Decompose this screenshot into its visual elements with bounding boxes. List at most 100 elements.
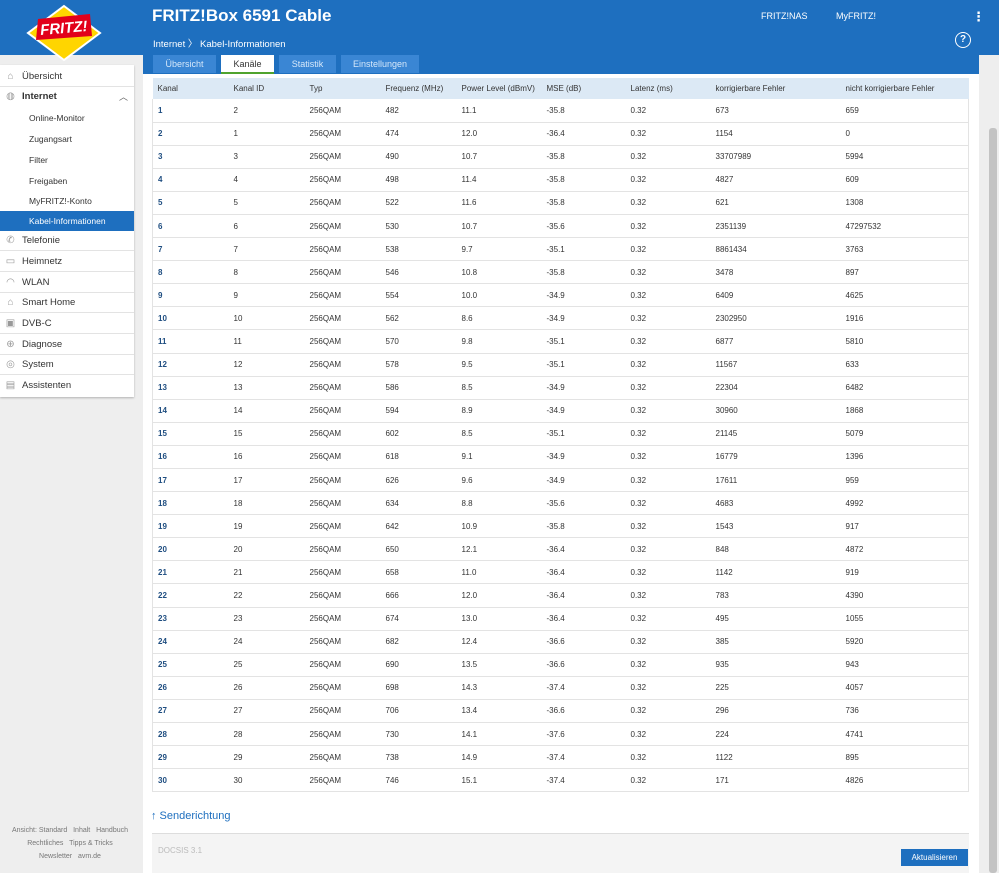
table-cell: 16779 xyxy=(715,452,738,462)
table-cell: 4741 xyxy=(845,729,864,739)
table-cell: 256QAM xyxy=(309,152,342,162)
table-cell: 256QAM xyxy=(309,336,342,346)
sidebar-item-uebersicht[interactable]: ⌂ Übersicht xyxy=(0,67,134,87)
footer-link-ansicht[interactable]: Ansicht: Standard xyxy=(12,827,67,834)
content-panel: Kanal Kanal ID Typ Frequenz (MHz) Power … xyxy=(143,74,979,873)
table-cell: 690 xyxy=(385,660,399,670)
table-cell: 21 xyxy=(158,567,167,577)
col-latenz: Latenz (ms) xyxy=(630,84,673,93)
fritznas-link[interactable]: FRITZ!NAS xyxy=(761,11,808,21)
table-cell: 15 xyxy=(158,429,167,439)
table-cell: 256QAM xyxy=(309,105,342,115)
table-cell: 0.32 xyxy=(630,452,647,462)
tab-kanaele[interactable]: Kanäle xyxy=(221,55,274,74)
table-row: 23 23 256QAM 674 13.0 -36.4 0.32 495 1055 xyxy=(152,607,969,631)
home-icon: ⌂ xyxy=(7,71,14,82)
scrollbar-thumb[interactable] xyxy=(989,128,997,873)
refresh-button[interactable]: Aktualisieren xyxy=(901,849,968,866)
sidebar-item-heimnetz[interactable]: ▭ Heimnetz xyxy=(0,252,134,272)
table-cell: 4 xyxy=(158,175,163,185)
myfritz-link[interactable]: MyFRITZ! xyxy=(836,11,876,21)
footer-link-newsletter[interactable]: Newsletter xyxy=(39,853,72,860)
table-cell: 8 xyxy=(233,267,238,277)
fritz-logo[interactable]: FRITZ! xyxy=(24,2,104,64)
footer-link-inhalt[interactable]: Inhalt xyxy=(73,827,90,834)
table-row: 7 7 256QAM 538 9.7 -35.1 0.32 8861434 3763 xyxy=(152,237,969,261)
table-cell: 256QAM xyxy=(309,452,342,462)
table-cell: 4683 xyxy=(715,498,734,508)
col-typ: Typ xyxy=(309,84,323,93)
chevron-up-icon[interactable]: ︿ xyxy=(119,87,128,107)
tab-einstellungen[interactable]: Einstellungen xyxy=(341,55,419,73)
table-cell: 256QAM xyxy=(309,567,342,577)
table-row: 20 20 256QAM 650 12.1 -36.4 0.32 848 4872 xyxy=(152,537,969,561)
table-cell: 20 xyxy=(158,544,167,554)
kebab-icon[interactable]: ⋮ xyxy=(972,10,985,24)
sidebar-item-freigaben[interactable]: Freigaben xyxy=(0,171,134,191)
tab-statistik[interactable]: Statistik xyxy=(279,55,336,73)
table-cell: 0.32 xyxy=(630,775,647,785)
table-cell: 13.5 xyxy=(461,660,478,670)
help-icon[interactable]: ? xyxy=(955,32,971,48)
table-cell: 21145 xyxy=(715,429,738,439)
table-cell: 498 xyxy=(385,175,399,185)
table-cell: 0.32 xyxy=(630,406,647,416)
table-row: 16 16 256QAM 618 9.1 -34.9 0.32 16779 1396 xyxy=(152,445,969,469)
sidebar-item-dvb-c[interactable]: ▣ DVB-C xyxy=(0,314,134,334)
footer-link-handbuch[interactable]: Handbuch xyxy=(96,827,128,834)
table-row: 18 18 256QAM 634 8.8 -35.6 0.32 4683 4992 xyxy=(152,491,969,515)
table-cell: 633 xyxy=(845,360,859,370)
table-cell: -35.1 xyxy=(546,336,565,346)
table-cell: 12 xyxy=(233,360,243,370)
senderichtung-link[interactable]: ↑ Senderichtung xyxy=(151,810,231,822)
table-cell: 959 xyxy=(845,475,859,485)
sidebar-item-online-monitor[interactable]: Online-Monitor xyxy=(0,108,134,128)
table-cell: 919 xyxy=(845,567,859,577)
table-cell: -36.4 xyxy=(546,591,565,601)
table-cell: 16 xyxy=(158,452,167,462)
sidebar-item-internet[interactable]: ◍ Internet ︿ xyxy=(0,87,134,107)
tv-icon: ▣ xyxy=(5,318,16,329)
table-cell: 26 xyxy=(233,683,243,693)
footer-link-avm[interactable]: avm.de xyxy=(78,853,101,860)
breadcrumb-internet[interactable]: Internet xyxy=(153,39,185,50)
table-cell: 586 xyxy=(385,383,399,393)
table-cell: 634 xyxy=(385,498,399,508)
table-cell: 474 xyxy=(385,129,399,139)
sidebar-item-wlan[interactable]: ◠ WLAN xyxy=(0,273,134,293)
table-cell: 6877 xyxy=(715,336,734,346)
scrollbar[interactable] xyxy=(987,55,999,873)
table-row: 27 27 256QAM 706 13.4 -36.6 0.32 296 736 xyxy=(152,699,969,723)
sidebar-item-smart-home[interactable]: ⌂ Smart Home xyxy=(0,293,134,313)
table-cell: 17611 xyxy=(715,475,738,485)
table-cell: 8.9 xyxy=(461,406,473,416)
sidebar-item-kabel-informationen[interactable]: Kabel-Informationen xyxy=(0,211,134,231)
sidebar-item-telefonie[interactable]: ✆ Telefonie xyxy=(0,231,134,251)
table-cell: 570 xyxy=(385,336,399,346)
table-cell: 13.0 xyxy=(461,614,478,624)
table-cell: 1868 xyxy=(845,406,864,416)
table-cell: 0.32 xyxy=(630,591,647,601)
table-cell: 10 xyxy=(158,313,167,323)
table-cell: 16 xyxy=(233,452,243,462)
diagnose-icon: ⊕ xyxy=(6,339,15,350)
footer-link-tipps[interactable]: Tipps & Tricks xyxy=(69,840,113,847)
sidebar-item-system[interactable]: ◎ System xyxy=(0,355,134,375)
footer-link-rechtliches[interactable]: Rechtliches xyxy=(27,840,63,847)
table-cell: 609 xyxy=(845,175,859,185)
table-cell: -35.8 xyxy=(546,152,565,162)
sidebar-item-zugangsart[interactable]: Zugangsart xyxy=(0,129,134,149)
sidebar-item-filter[interactable]: Filter xyxy=(0,150,134,170)
table-cell: 0.32 xyxy=(630,221,647,231)
table-cell: 650 xyxy=(385,544,399,554)
sidebar-item-assistenten[interactable]: ▤ Assistenten xyxy=(0,376,134,396)
table-cell: -36.4 xyxy=(546,567,565,577)
tab-uebersicht[interactable]: Übersicht xyxy=(153,55,216,73)
table-cell: 47297532 xyxy=(845,221,882,231)
table-cell: 736 xyxy=(845,706,859,716)
table-cell: 917 xyxy=(845,521,859,531)
sidebar-item-myfritz-konto[interactable]: MyFRITZ!-Konto xyxy=(0,191,134,211)
table-cell: 27 xyxy=(233,706,243,716)
table-cell: -36.6 xyxy=(546,706,565,716)
sidebar-item-diagnose[interactable]: ⊕ Diagnose xyxy=(0,335,134,355)
